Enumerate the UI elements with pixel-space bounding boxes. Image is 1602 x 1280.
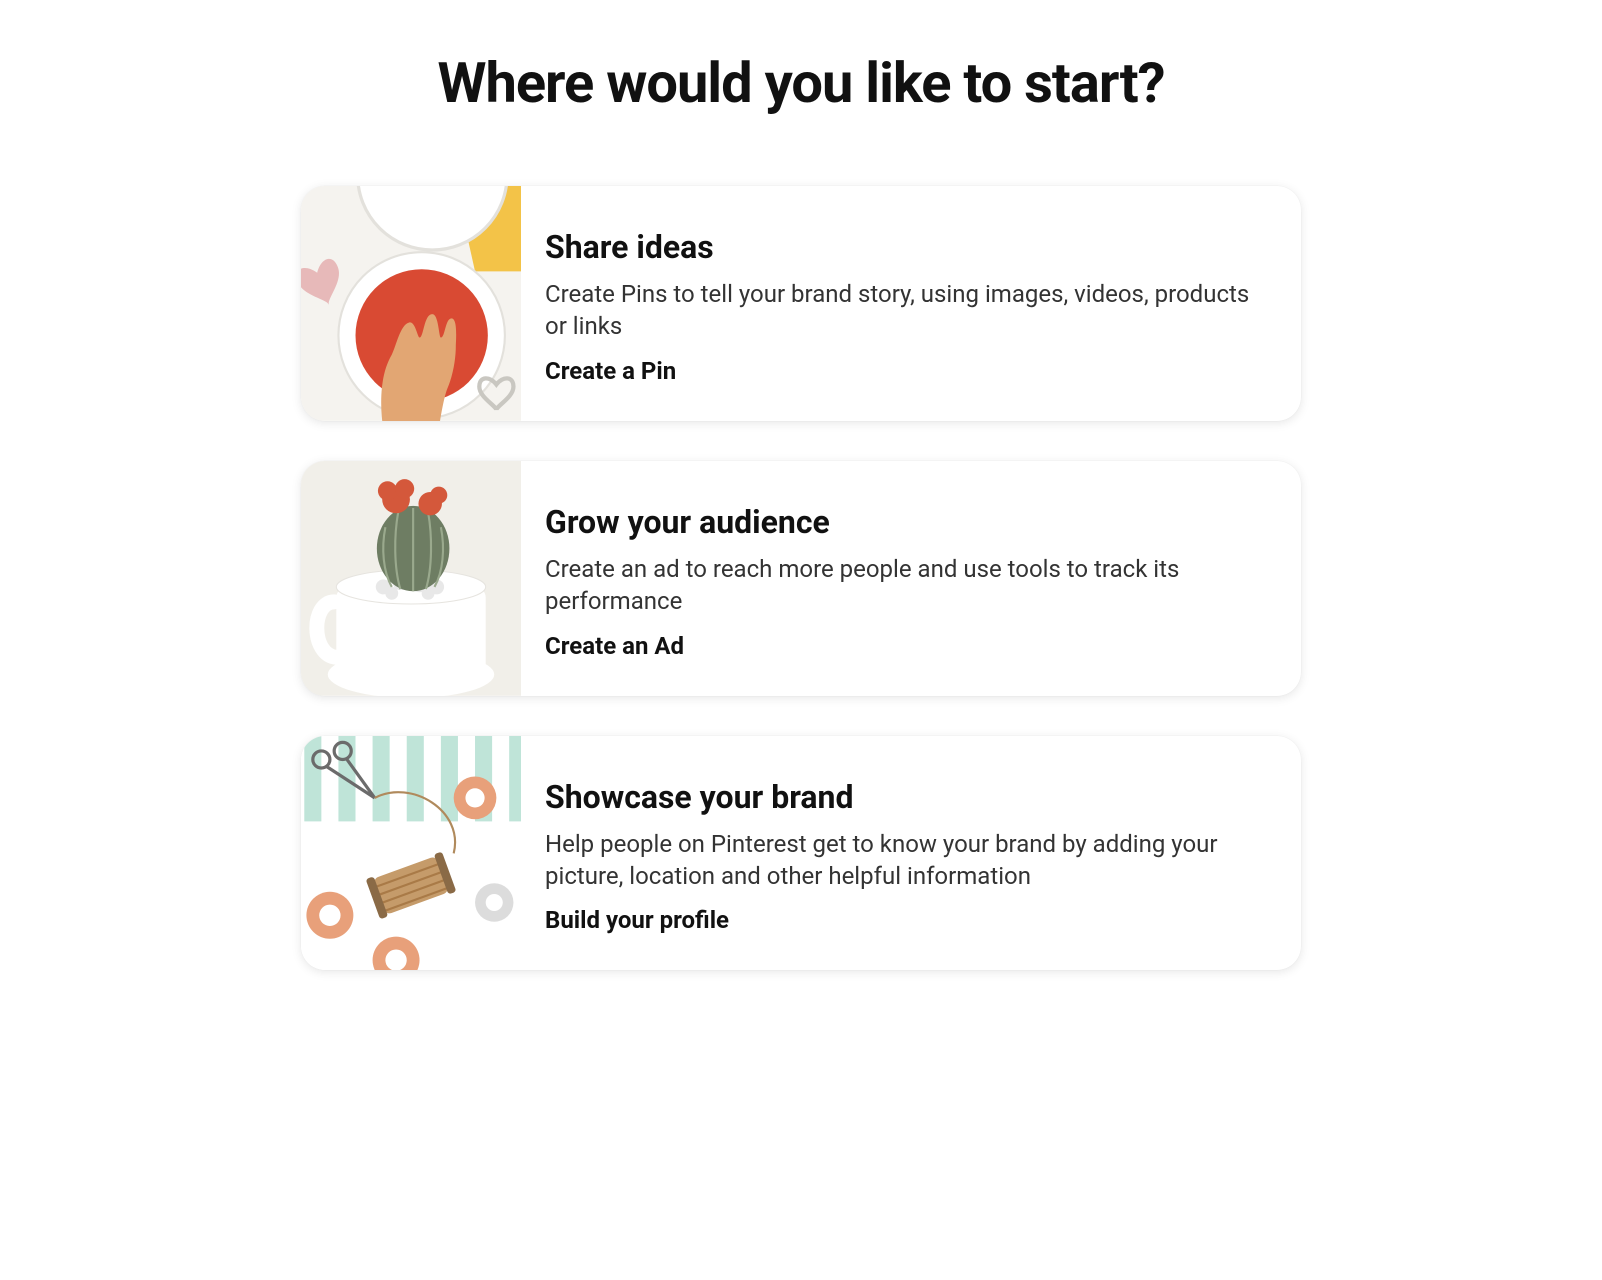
cactus-icon <box>301 461 521 696</box>
option-card-grow-audience[interactable]: Grow your audience Create an ad to reach… <box>301 461 1301 696</box>
card-title: Grow your audience <box>545 503 1257 541</box>
card-description: Help people on Pinterest get to know you… <box>545 828 1257 893</box>
option-card-showcase-brand[interactable]: Showcase your brand Help people on Pinte… <box>301 736 1301 971</box>
card-action-link[interactable]: Create a Pin <box>545 357 1257 385</box>
card-action-link[interactable]: Build your profile <box>545 906 1257 934</box>
card-title: Share ideas <box>545 228 1257 266</box>
card-body: Share ideas Create Pins to tell your bra… <box>521 186 1301 421</box>
card-title: Showcase your brand <box>545 778 1257 816</box>
option-card-share-ideas[interactable]: Share ideas Create Pins to tell your bra… <box>301 186 1301 421</box>
card-body: Showcase your brand Help people on Pinte… <box>521 736 1301 971</box>
craft-icon <box>301 736 521 971</box>
paint-icon <box>301 186 521 421</box>
card-action-link[interactable]: Create an Ad <box>545 632 1257 660</box>
card-body: Grow your audience Create an ad to reach… <box>521 461 1301 696</box>
page-title: Where would you like to start? <box>301 50 1301 116</box>
card-description: Create Pins to tell your brand story, us… <box>545 278 1257 343</box>
card-description: Create an ad to reach more people and us… <box>545 553 1257 618</box>
